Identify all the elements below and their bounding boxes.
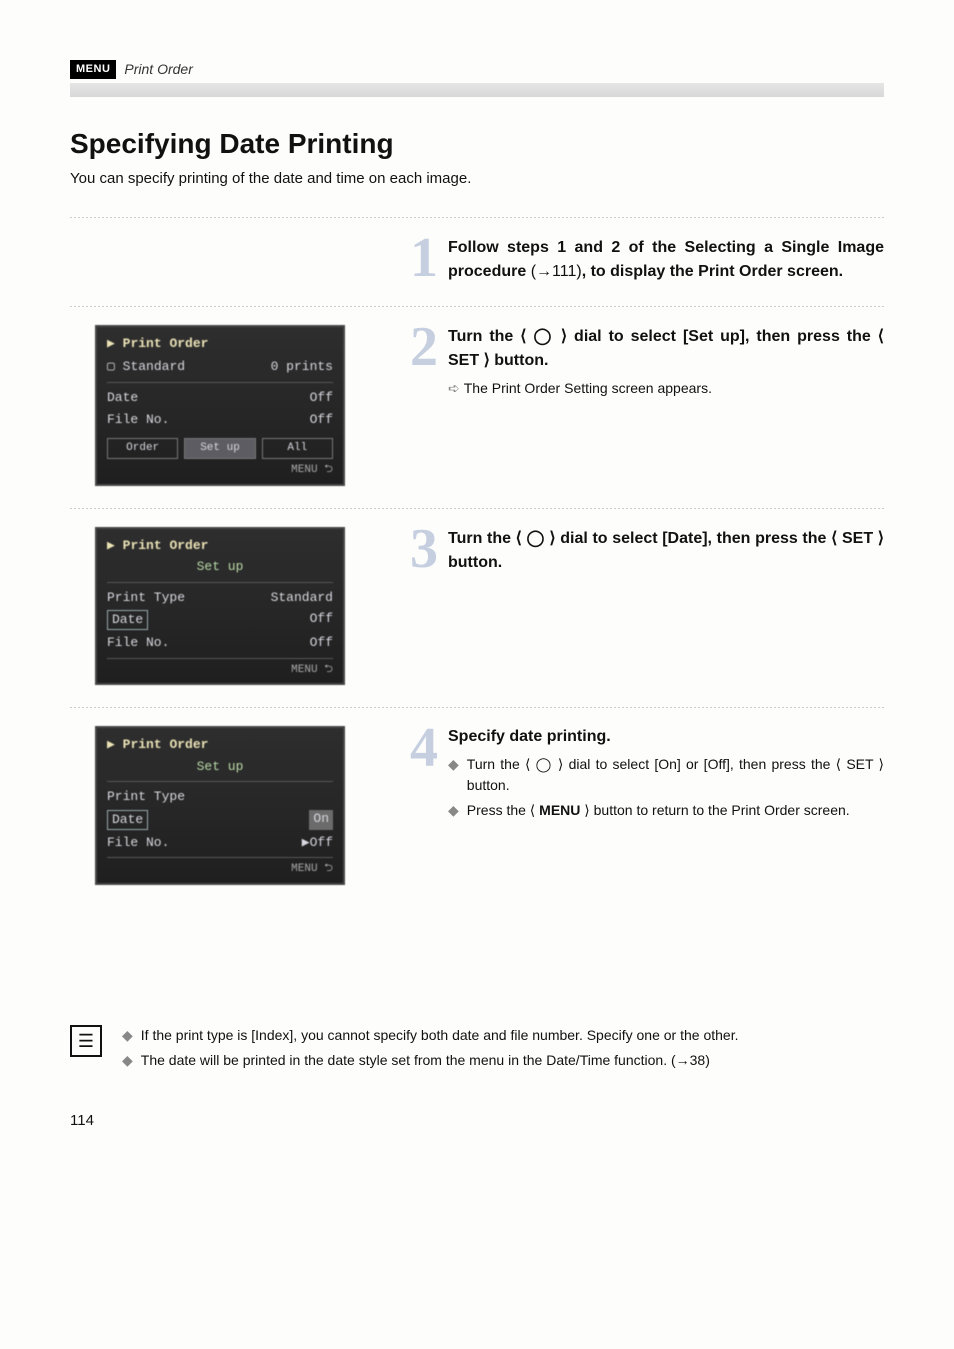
intro-text: You can specify printing of the date and…	[70, 169, 884, 189]
step-number-2: 2	[394, 325, 438, 398]
step-2-sub: ➪The Print Order Setting screen appears.	[448, 379, 884, 398]
lcd-screenshot-2: ▶ Print Order ▢ Standard 0 prints DateOf…	[95, 325, 345, 486]
bullet-icon: ◆	[122, 1050, 133, 1071]
step-4-bullet-2: ◆ Press the ⟨ MENU ⟩ button to return to…	[448, 800, 884, 821]
step-3: ▶ Print Order Set up Print TypeStandard …	[70, 527, 884, 686]
lcd-title: ▶ Print Order	[107, 537, 333, 555]
lcd-tab-order: Order	[107, 438, 178, 459]
menu-badge: MENU	[70, 60, 116, 79]
step-4: ▶ Print Order Set up Print Type Date On F…	[70, 726, 884, 885]
divider	[70, 508, 884, 509]
lcd-r2v: Off	[310, 610, 333, 630]
step-3-text: Turn the ⟨ ◯ ⟩ dial to select [Date], th…	[448, 527, 884, 575]
divider	[70, 707, 884, 708]
bullet-icon: ◆	[448, 754, 459, 796]
bullet-icon: ◆	[122, 1025, 133, 1046]
lcd-r1v: Off	[310, 389, 333, 407]
step-4-b2a: Press the ⟨	[467, 802, 536, 818]
bullet-icon: ◆	[448, 800, 459, 821]
step-4-heading: Specify date printing.	[448, 726, 884, 748]
step-number-3: 3	[394, 527, 438, 575]
breadcrumb: Print Order	[124, 60, 192, 79]
lcd-r1k: Print Type	[107, 589, 185, 607]
lcd-r1v: Standard	[271, 589, 333, 607]
step-number-1: 1	[394, 236, 438, 284]
lcd-r2k-selected: Date	[107, 610, 148, 630]
step-1-text-b: , to display the Print Order screen.	[582, 263, 843, 280]
step-2: ▶ Print Order ▢ Standard 0 prints DateOf…	[70, 325, 884, 486]
step-number-4: 4	[394, 726, 438, 825]
step-4-b2b: MENU	[539, 802, 580, 818]
lcd-r3k: File No.	[107, 834, 169, 852]
lcd-r2k-selected: Date	[107, 810, 148, 830]
lcd-tab-setup: Set up	[184, 438, 255, 459]
lcd-screenshot-3: ▶ Print Order Set up Print TypeStandard …	[95, 527, 345, 686]
lcd-r2v: Off	[310, 411, 333, 429]
step-1-text: Follow steps 1 and 2 of the Selecting a …	[448, 236, 884, 284]
arrow-icon: ➪	[448, 380, 460, 396]
note-1: ◆ If the print type is [Index], you cann…	[122, 1025, 884, 1046]
divider	[70, 217, 884, 218]
lcd-foot: MENU ⮌	[107, 463, 333, 478]
step-4-b2c: ⟩ button to return to the Print Order sc…	[584, 802, 849, 818]
note-icon: ☰	[70, 1025, 102, 1057]
lcd-r2k: File No.	[107, 411, 169, 429]
lcd-foot: MENU ⮌	[107, 663, 333, 678]
lcd-r3k: File No.	[107, 634, 169, 652]
lcd-tab-all: All	[262, 438, 333, 459]
lcd-title: ▶ Print Order	[107, 736, 333, 754]
notes-box: ☰ ◆ If the print type is [Index], you ca…	[70, 1025, 884, 1075]
step-2-text: Turn the ⟨ ◯ ⟩ dial to select [Set up], …	[448, 325, 884, 373]
lcd-sub2: 0 prints	[271, 358, 333, 376]
lcd-r1k: Date	[107, 389, 138, 407]
header-ribbon	[70, 83, 884, 97]
lcd-r3v: ▶Off	[302, 834, 333, 852]
lcd-r1k: Print Type	[107, 788, 185, 806]
step-1: 1 Follow steps 1 and 2 of the Selecting …	[70, 236, 884, 284]
lcd-subhead: Set up	[107, 758, 333, 776]
lcd-screenshot-4: ▶ Print Order Set up Print Type Date On F…	[95, 726, 345, 885]
lcd-subhead: Set up	[107, 558, 333, 576]
divider	[70, 306, 884, 307]
lcd-foot: MENU ⮌	[107, 862, 333, 877]
step-1-ref: (→111)	[531, 263, 582, 280]
lcd-sub1: Standard	[123, 359, 185, 374]
page-title: Specifying Date Printing	[70, 125, 884, 163]
step-4-bullet-1: ◆ Turn the ⟨ ◯ ⟩ dial to select [On] or …	[448, 754, 884, 796]
page-number: 114	[70, 1111, 884, 1131]
lcd-r3v: Off	[310, 634, 333, 652]
lcd-r2v-highlight: On	[309, 810, 333, 830]
note-2: ◆ The date will be printed in the date s…	[122, 1050, 884, 1071]
lcd-title: ▶ Print Order	[107, 335, 333, 353]
